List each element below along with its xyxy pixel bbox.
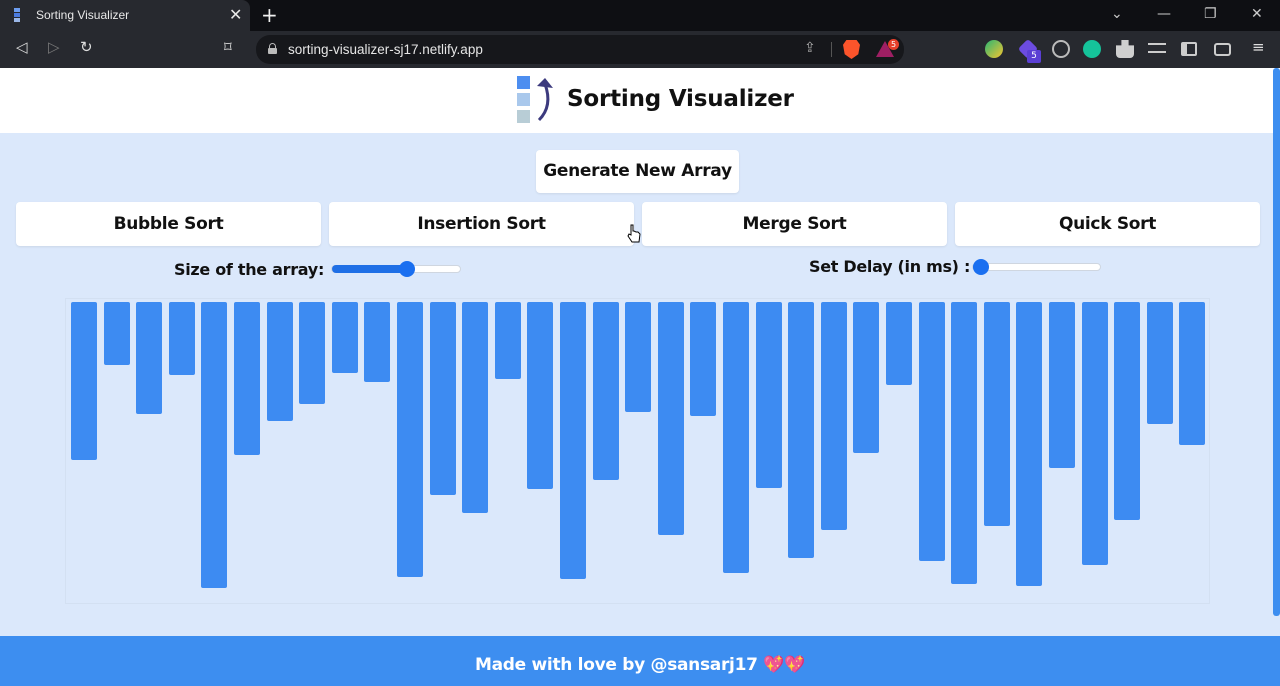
size-slider-fill	[332, 265, 407, 273]
array-bar	[299, 302, 325, 404]
array-bars-container	[65, 298, 1210, 604]
array-bar	[104, 302, 130, 365]
playlist-icon[interactable]	[1148, 43, 1166, 53]
array-bar	[71, 302, 97, 460]
browser-tab-bar: Sorting Visualizer ✕ + ⌄ — ❐ ✕	[0, 0, 1280, 31]
array-bar	[658, 302, 684, 535]
delay-slider[interactable]	[972, 259, 1101, 275]
close-window-button[interactable]: ✕	[1251, 6, 1263, 22]
rewards-badge: 5	[888, 39, 899, 50]
array-bar	[821, 302, 847, 530]
site-favicon-icon	[12, 7, 22, 24]
app-header: Sorting Visualizer	[0, 68, 1280, 133]
forward-button[interactable]: ▷	[48, 38, 60, 56]
extension-icon[interactable]	[985, 40, 1003, 58]
array-bar	[169, 302, 195, 375]
generate-array-button[interactable]: Generate New Array	[536, 150, 739, 193]
delay-slider-thumb[interactable]	[973, 259, 989, 275]
array-bar	[919, 302, 945, 561]
array-bar	[364, 302, 390, 382]
array-bar	[430, 302, 456, 495]
array-bar	[788, 302, 814, 558]
array-bar	[560, 302, 586, 579]
array-bar	[1179, 302, 1205, 445]
footer: Made with love by @sansarj17 💖💖	[0, 636, 1280, 686]
back-button[interactable]: ◁	[16, 38, 28, 56]
brave-shields-icon[interactable]	[843, 40, 860, 59]
extensions-puzzle-icon[interactable]	[1116, 40, 1134, 58]
array-bar	[593, 302, 619, 480]
tab-search-icon[interactable]: ⌄	[1111, 6, 1123, 22]
grammarly-icon[interactable]	[1083, 40, 1101, 58]
page-scrollbar[interactable]	[1273, 68, 1280, 616]
browser-toolbar: ◁ ▷ ↻ ⌑ sorting-visualizer-sj17.netlify.…	[0, 31, 1280, 68]
address-bar[interactable]: sorting-visualizer-sj17.netlify.app ⇪ 5	[256, 35, 904, 64]
size-slider-thumb[interactable]	[399, 261, 415, 277]
tab-close-icon[interactable]: ✕	[229, 5, 242, 24]
restore-button[interactable]: ❐	[1204, 6, 1217, 22]
array-bar	[756, 302, 782, 488]
page: Sorting Visualizer Generate New Array Bu…	[0, 68, 1280, 686]
array-bar	[201, 302, 227, 588]
array-bar	[332, 302, 358, 373]
array-bar	[690, 302, 716, 416]
array-bar	[462, 302, 488, 513]
array-bar	[1114, 302, 1140, 520]
array-bar	[886, 302, 912, 385]
new-tab-button[interactable]: +	[261, 3, 278, 27]
minimize-button[interactable]: —	[1157, 6, 1171, 22]
array-bar	[951, 302, 977, 584]
sidebar-icon[interactable]	[1181, 42, 1197, 56]
footer-text: Made with love by @sansarj17 💖💖	[475, 655, 805, 675]
array-bar	[267, 302, 293, 421]
target-extension-icon[interactable]	[1052, 40, 1070, 58]
array-bar	[723, 302, 749, 573]
merge-sort-button[interactable]: Merge Sort	[642, 202, 947, 246]
array-bar	[1082, 302, 1108, 565]
share-icon[interactable]: ⇪	[804, 40, 816, 56]
array-bar	[234, 302, 260, 455]
size-label: Size of the array:	[174, 260, 325, 279]
hand-cursor-icon	[627, 224, 641, 243]
insertion-sort-button[interactable]: Insertion Sort	[329, 202, 634, 246]
array-bar	[1016, 302, 1042, 586]
tab-title: Sorting Visualizer	[36, 8, 130, 22]
lock-icon	[268, 43, 277, 54]
wallet-icon[interactable]	[1214, 43, 1231, 56]
array-bar	[1147, 302, 1173, 424]
array-bar	[853, 302, 879, 453]
array-bar	[495, 302, 521, 379]
url-divider	[831, 42, 832, 57]
browser-tab[interactable]: Sorting Visualizer ✕	[0, 0, 250, 31]
array-bar	[625, 302, 651, 412]
logo	[517, 76, 555, 126]
bookmark-icon[interactable]: ⌑	[224, 38, 232, 56]
array-bar	[527, 302, 553, 489]
size-slider[interactable]	[331, 261, 461, 277]
bubble-sort-button[interactable]: Bubble Sort	[16, 202, 321, 246]
quick-sort-button[interactable]: Quick Sort	[955, 202, 1260, 246]
delay-label: Set Delay (in ms) :	[809, 257, 971, 276]
page-title: Sorting Visualizer	[567, 86, 794, 112]
extension-badge: 5	[1027, 50, 1041, 63]
reload-button[interactable]: ↻	[80, 38, 93, 56]
array-bar	[984, 302, 1010, 526]
array-bar	[1049, 302, 1075, 468]
url-text[interactable]: sorting-visualizer-sj17.netlify.app	[288, 42, 483, 57]
array-bar	[136, 302, 162, 414]
array-bar	[397, 302, 423, 577]
menu-icon[interactable]: ≡	[1252, 38, 1265, 56]
